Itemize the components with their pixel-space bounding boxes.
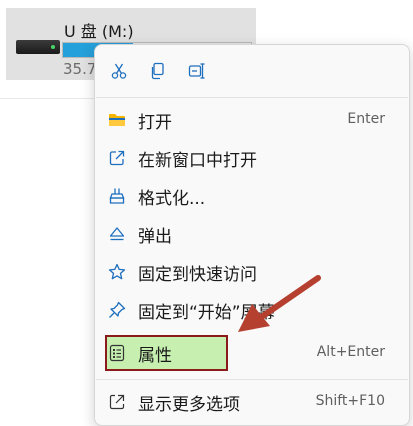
- rename-button[interactable]: [185, 59, 209, 83]
- menu-item-format[interactable]: 格式化...: [103, 179, 401, 213]
- scissors-icon: [110, 62, 128, 80]
- copy-icon: [149, 62, 167, 80]
- copy-button[interactable]: [146, 59, 170, 83]
- rename-icon: [188, 62, 206, 80]
- star-icon: [108, 263, 126, 281]
- menu-item-shortcut: Alt+Enter: [316, 344, 385, 360]
- pointer-arrow-icon: [238, 275, 321, 332]
- menu-item-open[interactable]: 打开 Enter: [103, 103, 401, 137]
- cut-button[interactable]: [107, 59, 131, 83]
- format-icon: [108, 187, 126, 205]
- menu-item-show-more-options[interactable]: 显示更多选项 Shift+F10: [103, 385, 401, 419]
- divider: [0, 98, 94, 99]
- menu-item-label: 打开: [138, 113, 172, 133]
- properties-icon: [108, 344, 126, 362]
- menu-item-label: 弹出: [138, 227, 172, 247]
- menu-item-label: 显示更多选项: [138, 395, 240, 415]
- menu-separator: [96, 379, 408, 380]
- quick-actions-bar: [95, 45, 409, 97]
- open-external-icon: [108, 149, 126, 167]
- drive-free-space: 35.7: [63, 60, 97, 78]
- menu-item-open-new-window[interactable]: 在新窗口中打开: [103, 141, 401, 175]
- more-options-icon: [108, 393, 126, 411]
- menu-item-properties[interactable]: 属性 Alt+Enter: [103, 336, 401, 370]
- menu-item-shortcut: Enter: [347, 111, 385, 127]
- menu-item-eject[interactable]: 弹出: [103, 217, 401, 251]
- drive-name: U 盘 (M:): [64, 22, 134, 41]
- usb-drive-icon: [16, 40, 60, 54]
- context-menu: 打开 Enter 在新窗口中打开 格式化... 弹出 固定到快速访问 固定到“开…: [94, 44, 410, 426]
- menu-separator: [96, 97, 408, 98]
- menu-item-label: 格式化...: [138, 189, 206, 209]
- menu-item-shortcut: Shift+F10: [315, 393, 385, 409]
- menu-item-label: 属性: [138, 346, 172, 366]
- folder-icon: [108, 111, 126, 129]
- eject-icon: [108, 225, 126, 243]
- pin-icon: [108, 301, 126, 319]
- menu-item-label: 在新窗口中打开: [138, 151, 257, 171]
